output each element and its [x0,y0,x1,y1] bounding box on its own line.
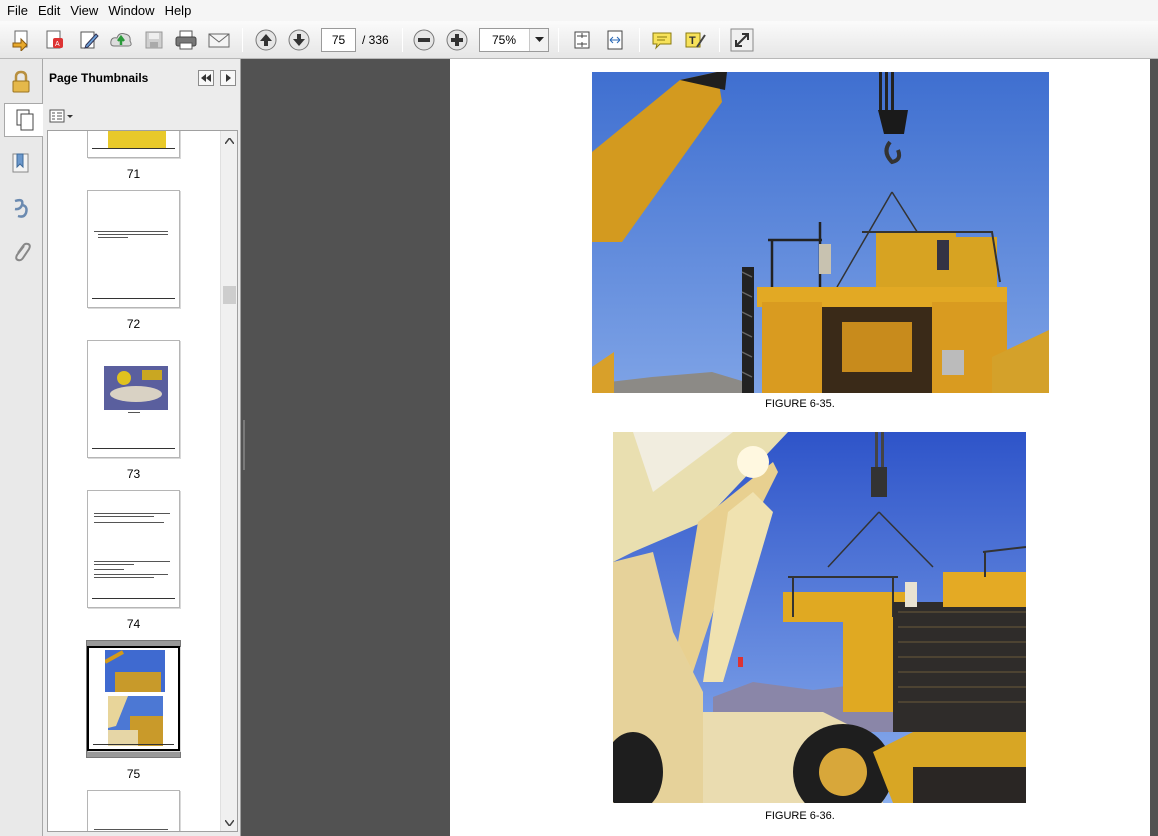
thumbnail-image [105,650,165,692]
thumbnail-page-number: 71 [126,167,141,181]
figure-photo-crane-lift [592,72,1049,393]
thumbnail-page-number: 73 [126,467,141,481]
thumbnail-page-number: 75 [126,767,141,781]
lock-icon[interactable] [4,65,38,99]
fit-width-icon[interactable] [602,27,628,53]
create-icon[interactable] [9,27,35,53]
upload-cloud-icon[interactable] [108,27,134,53]
navigation-strip [0,59,44,836]
svg-text:A: A [55,41,60,48]
fit-page-icon[interactable] [569,27,595,53]
expand-icon[interactable] [729,27,755,53]
menu-view[interactable]: View [65,0,103,21]
menu-window[interactable]: Window [103,0,159,21]
next-page-icon[interactable] [286,27,312,53]
signature-icon[interactable] [4,191,38,225]
email-icon[interactable] [206,27,232,53]
thumbnail-page[interactable] [87,340,180,458]
scrollbar-thumb[interactable] [223,286,236,304]
thumbnail-page-number: 72 [126,317,141,331]
panel-title: Page Thumbnails [49,71,149,85]
figure-photo-lifting-platform [613,432,1026,803]
comment-icon[interactable] [649,27,675,53]
print-icon[interactable] [173,27,199,53]
scroll-down-icon[interactable] [224,817,235,828]
menu-help[interactable]: Help [160,0,197,21]
edit-document-icon[interactable] [76,27,102,53]
panel-splitter[interactable] [242,420,246,470]
thumbnail-page[interactable] [87,790,180,831]
collapse-panel-icon[interactable] [198,70,214,86]
previous-page-icon[interactable] [253,27,279,53]
toolbar-separator [402,28,403,52]
thumbnails-list[interactable]: 71 72 73 74 75 [47,130,238,832]
document-view[interactable]: FIGURE 6-35. FIGURE 6-36. [242,59,1158,836]
thumbnail-image [108,131,166,148]
bookmark-icon[interactable] [4,147,38,181]
zoom-select[interactable]: 75% [479,28,549,52]
toolbar-separator [719,28,720,52]
page-thumbnails-icon[interactable] [4,103,44,137]
attachment-icon[interactable] [4,235,38,269]
chevron-down-icon[interactable] [529,29,548,51]
thumbnail-page-number: 74 [126,617,141,631]
toolbar-separator [558,28,559,52]
highlight-text-icon[interactable]: T [682,27,708,53]
combine-pdf-icon[interactable]: A [42,27,68,53]
thumbnail-page-selected[interactable] [87,646,180,751]
toolbar-separator [639,28,640,52]
figure-caption: FIGURE 6-35. [765,398,835,410]
page-total: / 336 [362,33,389,47]
thumbnail-page[interactable] [87,490,180,608]
page-number-input[interactable]: 75 [321,28,356,52]
thumbnail-page[interactable] [87,131,180,158]
menu-file[interactable]: File [2,0,33,21]
toolbar-separator [242,28,243,52]
thumbnails-panel: Page Thumbnails 71 72 73 74 75 [43,59,241,836]
scroll-up-icon[interactable] [224,135,235,146]
thumbnail-page[interactable] [87,190,180,308]
save-icon[interactable] [141,27,167,53]
expand-panel-icon[interactable] [220,70,236,86]
svg-text:T: T [689,35,696,47]
zoom-in-icon[interactable] [444,27,470,53]
pdf-page: FIGURE 6-35. FIGURE 6-36. [450,59,1150,836]
toolbar: A 75 / 336 75% T [0,21,1158,59]
thumbnail-options-button[interactable] [49,107,77,125]
menu-bar: File Edit View Window Help [0,0,1158,21]
zoom-out-icon[interactable] [411,27,437,53]
thumbnails-scrollbar[interactable] [220,131,237,831]
thumbnail-image [104,366,168,410]
zoom-value: 75% [491,33,517,47]
thumbnail-image [108,696,163,746]
menu-edit[interactable]: Edit [33,0,65,21]
figure-caption: FIGURE 6-36. [765,810,835,822]
